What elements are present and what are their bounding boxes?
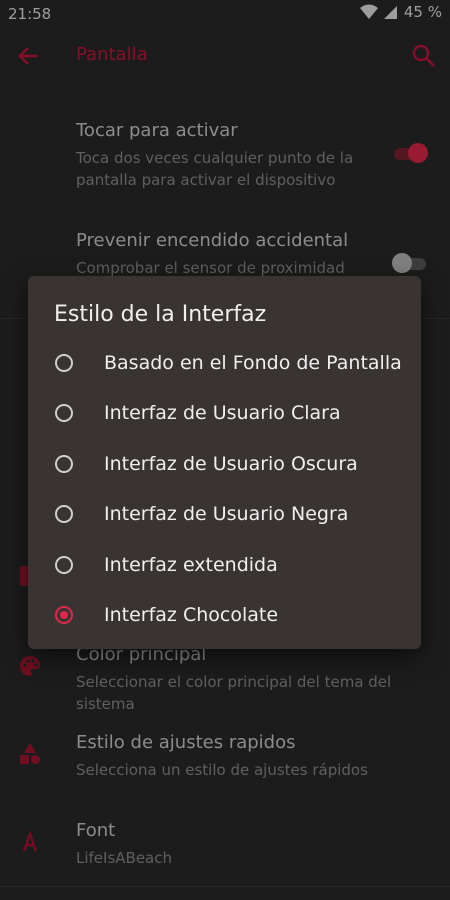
option-label: Basado en el Fondo de Pantalla: [104, 352, 402, 374]
option-chocolate-ui[interactable]: Interfaz Chocolate: [28, 595, 421, 639]
radio-button-selected[interactable]: [55, 606, 73, 624]
radio-button[interactable]: [55, 556, 73, 574]
radio-button[interactable]: [55, 404, 73, 422]
dialog-title: Estilo de la Interfaz: [54, 302, 267, 327]
option-extended-ui[interactable]: Interfaz extendida: [28, 545, 421, 589]
interface-style-dialog: Estilo de la Interfaz Basado en el Fondo…: [28, 276, 421, 649]
option-label: Interfaz de Usuario Negra: [104, 503, 349, 525]
radio-button[interactable]: [55, 354, 73, 372]
option-label: Interfaz extendida: [104, 554, 278, 576]
screen: 21:58 45 % Pantalla Tocar para activar T…: [0, 0, 450, 900]
option-light-ui[interactable]: Interfaz de Usuario Clara: [28, 393, 421, 437]
option-label: Interfaz Chocolate: [104, 604, 279, 626]
option-dark-ui[interactable]: Interfaz de Usuario Oscura: [28, 444, 421, 488]
radio-button[interactable]: [55, 505, 73, 523]
option-wallpaper-based[interactable]: Basado en el Fondo de Pantalla: [28, 343, 421, 387]
radio-button[interactable]: [55, 455, 73, 473]
option-label: Interfaz de Usuario Oscura: [104, 453, 358, 475]
option-label: Interfaz de Usuario Clara: [104, 402, 341, 424]
option-black-ui[interactable]: Interfaz de Usuario Negra: [28, 494, 421, 538]
